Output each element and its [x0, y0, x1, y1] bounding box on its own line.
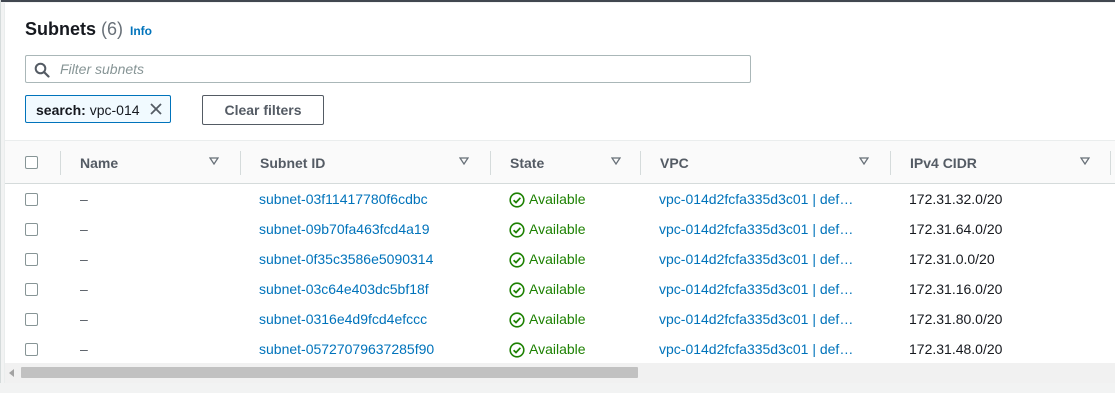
cell-subnet-id-link[interactable]: subnet-03c64e403dc5bf18f — [259, 281, 429, 297]
filter-box[interactable] — [25, 55, 751, 83]
cell-name: – — [80, 341, 88, 357]
check-circle-icon — [509, 252, 525, 268]
cell-vpc-link[interactable]: vpc-014d2fcfa335d3c01 | def… — [659, 191, 853, 207]
check-circle-icon — [509, 342, 525, 358]
sort-caret-down-icon[interactable] — [209, 157, 219, 165]
cell-subnet-id-link[interactable]: subnet-0316e4d9fcd4efccc — [259, 311, 427, 327]
cell-subnet-id-link[interactable]: subnet-0f35c3586e5090314 — [259, 251, 433, 267]
page-title-text: Subnets — [25, 19, 97, 39]
check-circle-icon — [509, 282, 525, 298]
cell-vpc-link[interactable]: vpc-014d2fcfa335d3c01 | def… — [659, 251, 853, 267]
scrollbar-thumb[interactable] — [21, 367, 638, 378]
filter-token: search: vpc-014 — [25, 95, 171, 123]
table-row[interactable]: – subnet-0316e4d9fcd4efccc Available vpc… — [5, 304, 1115, 335]
cell-name: – — [80, 251, 88, 267]
sort-caret-down-icon[interactable] — [1080, 157, 1090, 165]
column-header-name[interactable]: Name — [60, 141, 240, 183]
row-checkbox[interactable] — [25, 343, 38, 356]
column-header-ipv4-cidr[interactable]: IPv4 CIDR — [890, 141, 1110, 183]
row-checkbox[interactable] — [25, 223, 38, 236]
filter-token-label: search: vpc-014 — [36, 102, 140, 118]
table-row[interactable]: – subnet-09b70fa463fcd4a19 Available vpc… — [5, 214, 1115, 245]
cell-name: – — [80, 191, 88, 207]
column-label-vpc: VPC — [660, 155, 689, 171]
cell-ipv4-cidr: 172.31.48.0/20 — [909, 341, 1003, 357]
cell-vpc-link[interactable]: vpc-014d2fcfa335d3c01 | def… — [659, 221, 853, 237]
select-all-checkbox[interactable] — [25, 156, 38, 169]
cell-state: Available — [529, 251, 586, 267]
row-checkbox[interactable] — [25, 193, 38, 206]
column-label-subnet-id: Subnet ID — [260, 155, 326, 171]
horizontal-scrollbar[interactable] — [5, 363, 1115, 383]
scroll-left-arrow-icon[interactable] — [9, 369, 15, 377]
page-bottom-strip — [0, 383, 1115, 393]
check-circle-icon — [509, 192, 525, 208]
sort-caret-down-icon[interactable] — [611, 157, 621, 165]
cell-ipv4-cidr: 172.31.32.0/20 — [909, 191, 1003, 207]
info-link[interactable]: Info — [130, 24, 152, 38]
cell-subnet-id-link[interactable]: subnet-05727079637285f90 — [259, 341, 434, 357]
cell-state: Available — [529, 281, 586, 297]
cell-state: Available — [529, 221, 586, 237]
subnet-count: (6) — [101, 19, 124, 39]
filter-subnets-input[interactable] — [60, 56, 740, 82]
clear-filters-button[interactable]: Clear filters — [202, 95, 324, 125]
table-row[interactable]: – subnet-0f35c3586e5090314 Available vpc… — [5, 244, 1115, 275]
cell-state: Available — [529, 341, 586, 357]
cell-name: – — [80, 311, 88, 327]
sort-caret-down-icon[interactable] — [859, 157, 869, 165]
cell-ipv4-cidr: 172.31.16.0/20 — [909, 281, 1003, 297]
cell-subnet-id-link[interactable]: subnet-03f11417780f6cdbc — [259, 191, 428, 207]
row-checkbox[interactable] — [25, 253, 38, 266]
cell-ipv4-cidr: 172.31.0.0/20 — [909, 251, 995, 267]
sort-caret-down-icon[interactable] — [459, 157, 469, 165]
cell-state: Available — [529, 311, 586, 327]
close-icon[interactable] — [149, 102, 163, 116]
column-separator — [1110, 151, 1111, 175]
search-icon — [34, 62, 50, 78]
check-circle-icon — [509, 222, 525, 238]
cell-name: – — [80, 281, 88, 297]
column-label-state: State — [510, 155, 545, 171]
table-row[interactable]: – subnet-03f11417780f6cdbc Available vpc… — [5, 184, 1115, 215]
column-label-ipv4-cidr: IPv4 CIDR — [910, 155, 977, 171]
cell-state: Available — [529, 191, 586, 207]
filter-token-key: search: — [36, 102, 86, 118]
column-header-vpc[interactable]: VPC — [640, 141, 890, 183]
column-label-name: Name — [80, 155, 119, 171]
row-checkbox[interactable] — [25, 313, 38, 326]
window-left-border — [0, 0, 1, 393]
row-checkbox[interactable] — [25, 283, 38, 296]
table-header: Name Subnet ID State VPC IPv4 CIDR — [5, 141, 1115, 184]
page-title: Subnets (6) — [25, 19, 123, 40]
table-row[interactable]: – subnet-05727079637285f90 Available vpc… — [5, 334, 1115, 365]
column-header-subnet-id[interactable]: Subnet ID — [240, 141, 490, 183]
cell-vpc-link[interactable]: vpc-014d2fcfa335d3c01 | def… — [659, 341, 853, 357]
subnets-panel: Subnets (6) Info search: vpc-014 Clear f… — [4, 3, 1115, 383]
cell-name: – — [80, 221, 88, 237]
column-header-state[interactable]: State — [490, 141, 640, 183]
cell-ipv4-cidr: 172.31.80.0/20 — [909, 311, 1003, 327]
cell-vpc-link[interactable]: vpc-014d2fcfa335d3c01 | def… — [659, 281, 853, 297]
check-circle-icon — [509, 312, 525, 328]
cell-subnet-id-link[interactable]: subnet-09b70fa463fcd4a19 — [259, 221, 429, 237]
cell-ipv4-cidr: 172.31.64.0/20 — [909, 221, 1003, 237]
table-row[interactable]: – subnet-03c64e403dc5bf18f Available vpc… — [5, 274, 1115, 305]
window-top-border — [0, 0, 1115, 2]
cell-vpc-link[interactable]: vpc-014d2fcfa335d3c01 | def… — [659, 311, 853, 327]
filter-token-value: vpc-014 — [89, 102, 140, 118]
